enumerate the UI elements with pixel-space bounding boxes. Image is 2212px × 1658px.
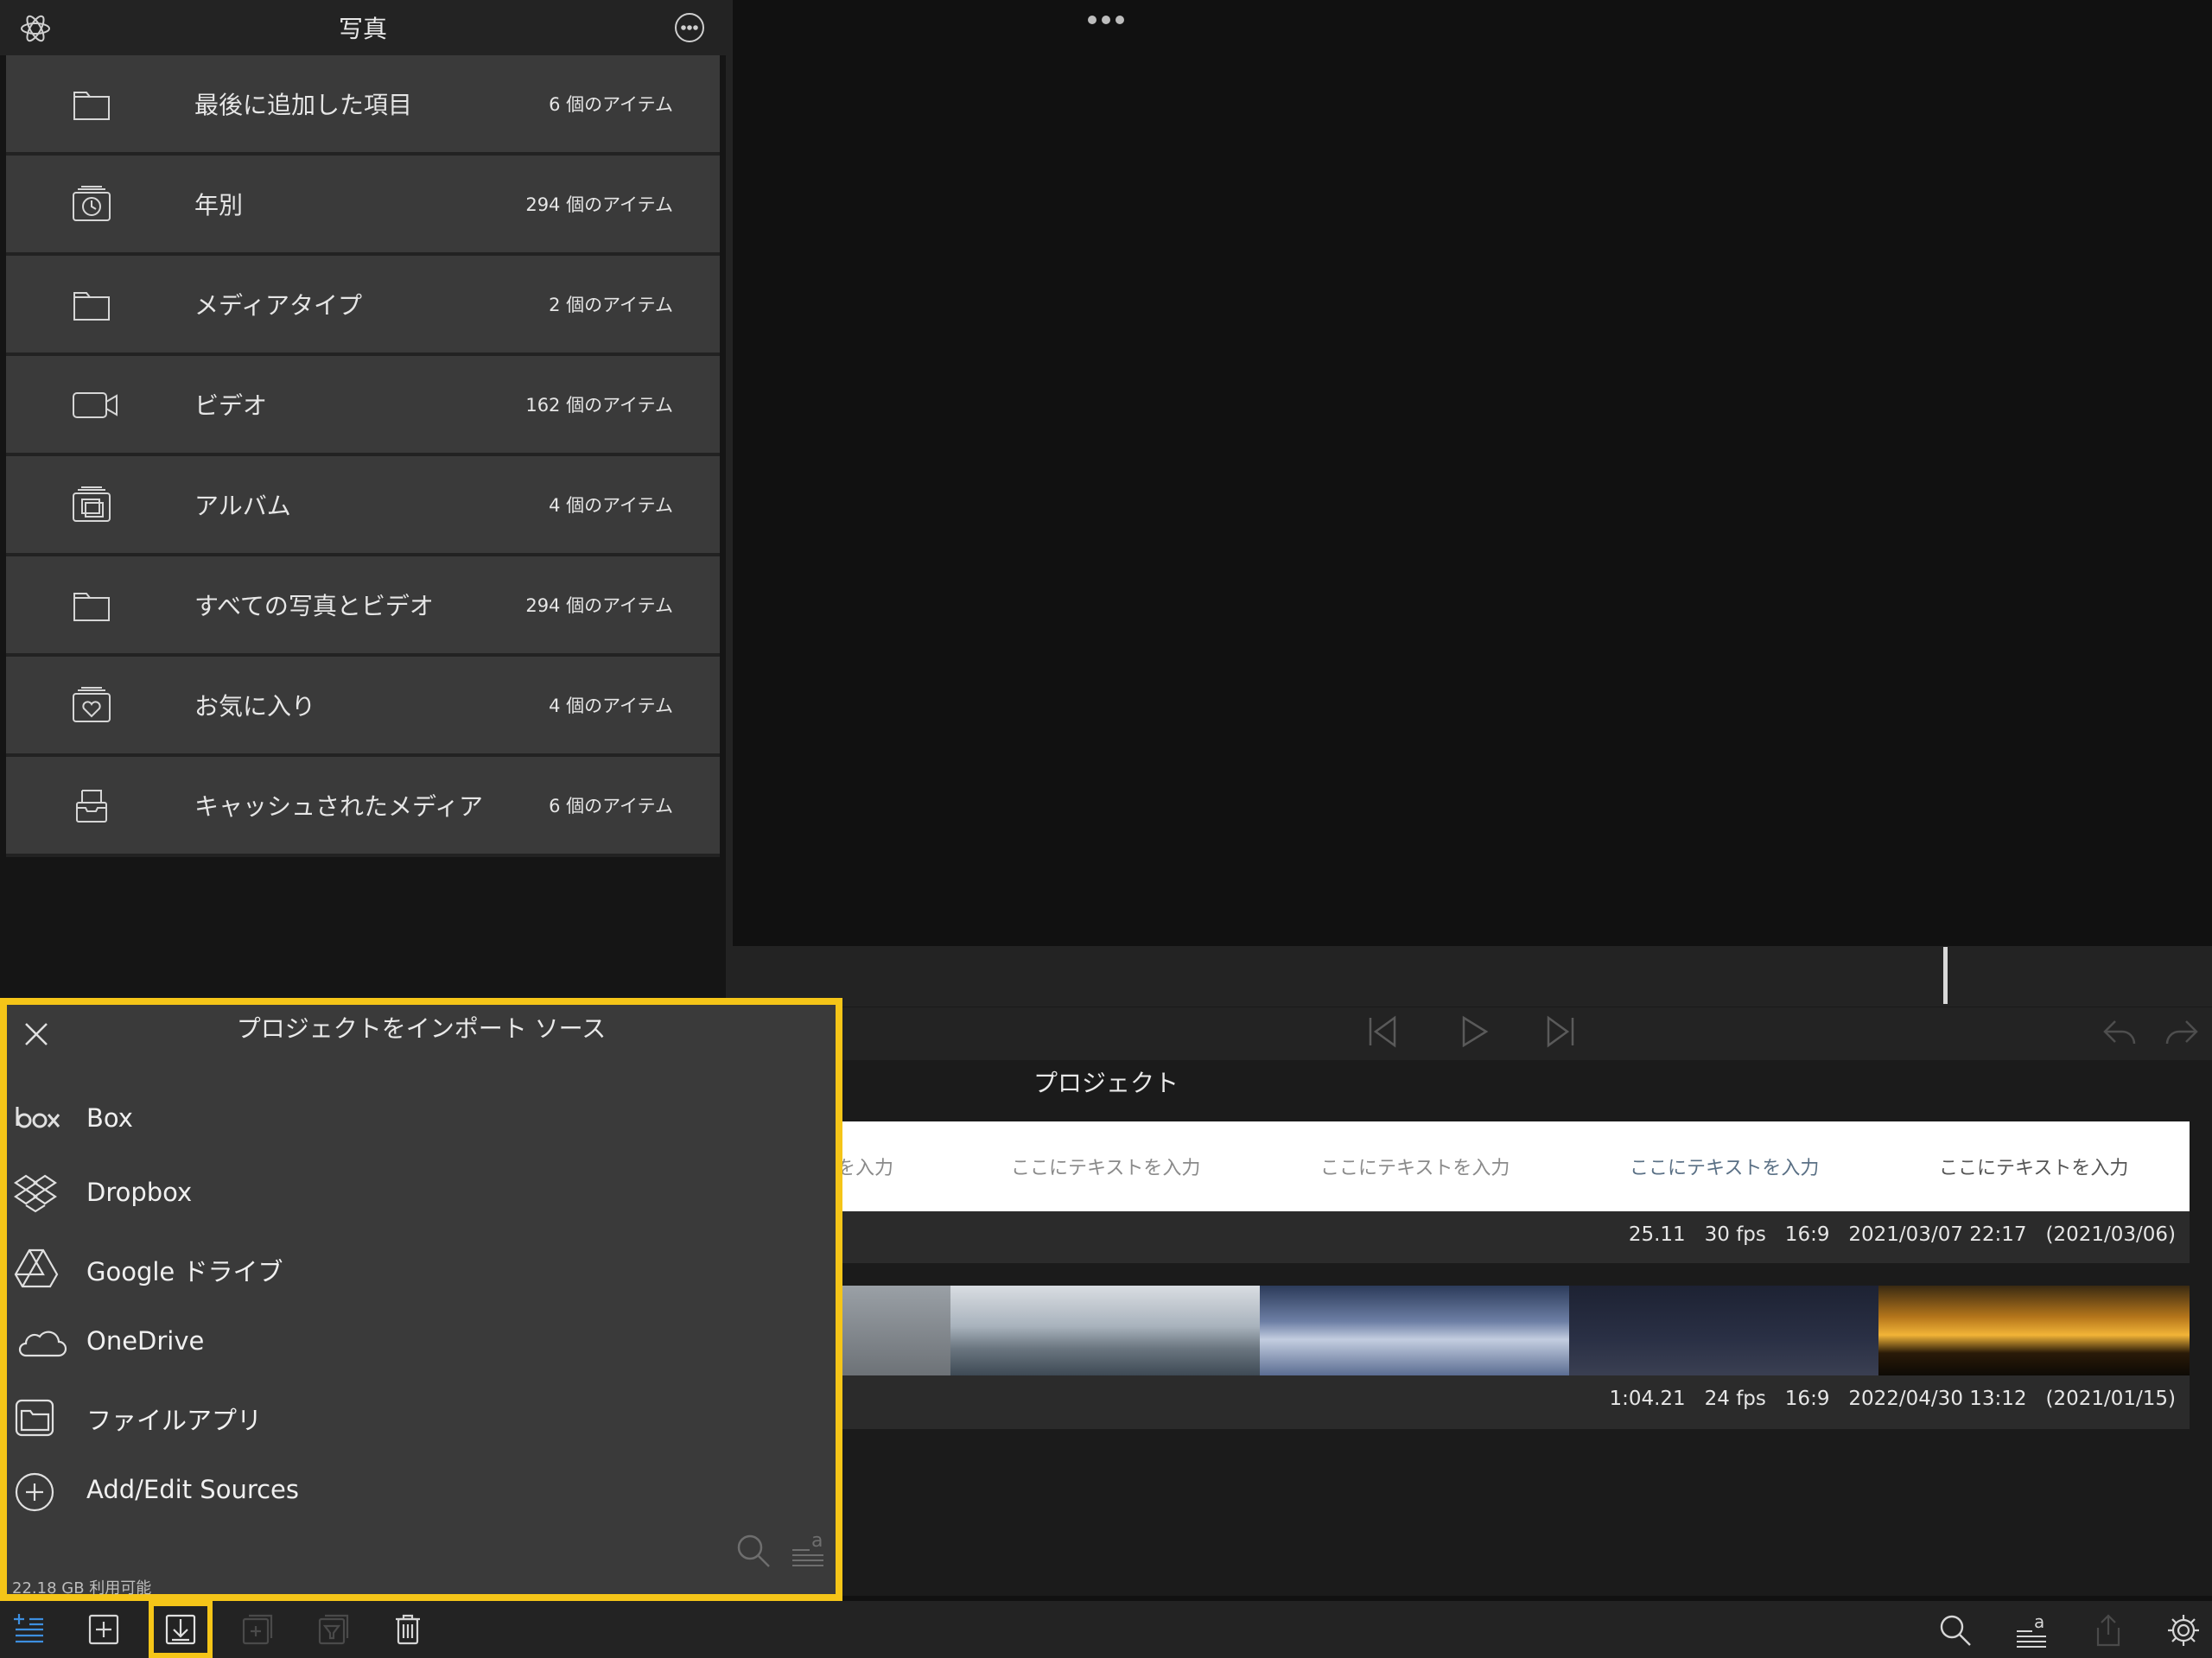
box-logo-icon (14, 1100, 62, 1138)
storage-available: 22.18 GB 利用可能 (12, 1579, 152, 1598)
share-icon[interactable] (2091, 1612, 2126, 1648)
search-icon[interactable] (1937, 1612, 1974, 1648)
add-icon[interactable] (86, 1612, 121, 1647)
svg-text:a: a (2034, 1612, 2044, 1632)
clip-thumbnail[interactable] (830, 1286, 950, 1375)
text-placeholder-cell[interactable]: ここにテキストを入力 (1011, 1153, 1200, 1180)
source-label: Add/Edit Sources (86, 1475, 300, 1504)
library-list: 最後に追加した項目 6 個のアイテム 年別 294 個のアイテム メディアタイプ… (6, 55, 720, 857)
heart-album-icon (72, 687, 111, 723)
library-item-count: 294 個のアイテム (525, 194, 673, 215)
project-thumbnail-strip[interactable] (830, 1286, 2190, 1375)
more-options-icon[interactable] (674, 12, 705, 43)
dropbox-icon (14, 1174, 57, 1216)
source-files-app[interactable]: ファイルアプリ (7, 1383, 836, 1449)
undo-icon[interactable] (2100, 1011, 2141, 1052)
project-title-strip[interactable]: を入力 ここにテキストを入力 ここにテキストを入力 ここにテキストを入力 ここに… (830, 1121, 2190, 1211)
text-sort-icon[interactable]: a (789, 1528, 827, 1569)
import-icon[interactable] (163, 1612, 198, 1647)
project-info-row: 25.11 30 fps 16:9 2021/03/07 22:17 (2021… (830, 1211, 2190, 1263)
library-item-count: 4 個のアイテム (549, 495, 673, 516)
library-item-label: お気に入り (194, 692, 316, 721)
video-viewer (733, 0, 2212, 946)
inbox-icon (72, 787, 111, 823)
trash-icon[interactable] (391, 1612, 425, 1647)
library-item-label: ビデオ (194, 391, 268, 420)
library-item-label: 最後に追加した項目 (194, 91, 413, 119)
plus-circle-icon (14, 1471, 57, 1513)
play-icon[interactable] (1457, 1011, 1491, 1052)
text-placeholder-cell[interactable]: を入力 (836, 1153, 893, 1180)
google-drive-icon (14, 1248, 59, 1288)
new-project-icon[interactable] (12, 1612, 47, 1647)
library-item-count: 4 個のアイテム (549, 696, 673, 716)
library-item-label: メディアタイプ (194, 291, 363, 320)
skip-back-icon[interactable] (1365, 1011, 1400, 1052)
project-title: プロジェクト (1033, 1069, 1179, 1097)
source-onedrive[interactable]: OneDrive (7, 1309, 836, 1375)
library-item-count: 162 個のアイテム (525, 395, 673, 416)
import-source-panel: プロジェクトをインポート ソース Box Dropbox Google ドライブ… (0, 998, 842, 1601)
library-item-label: アルバム (194, 492, 291, 520)
settings-icon[interactable] (2165, 1612, 2202, 1648)
source-google-drive[interactable]: Google ドライブ (7, 1235, 836, 1300)
library-item-count: 6 個のアイテム (549, 796, 673, 816)
source-label: ファイルアプリ (86, 1406, 263, 1435)
source-label: OneDrive (86, 1326, 205, 1356)
library-item-label: 年別 (194, 191, 244, 219)
clip-thumbnail[interactable] (950, 1286, 1260, 1375)
files-folder-icon (14, 1397, 57, 1439)
project-info-row: 1:04.21 24 fps 16:9 2022/04/30 13:12 (20… (830, 1375, 2190, 1429)
text-sort-icon[interactable]: a (2013, 1612, 2050, 1648)
library-item-count: 294 個のアイテム (525, 595, 673, 616)
search-icon[interactable] (734, 1532, 772, 1570)
ellipsis-icon[interactable] (1087, 14, 1125, 26)
scrub-bar[interactable] (733, 946, 2212, 1007)
clip-thumbnail[interactable] (1569, 1286, 1878, 1375)
source-label: Box (86, 1103, 133, 1133)
photo-album-icon (72, 486, 111, 523)
text-placeholder-cell[interactable]: ここにテキストを入力 (1630, 1153, 1819, 1180)
duplicate-icon[interactable] (240, 1612, 275, 1647)
playhead[interactable] (1943, 947, 1948, 1004)
folder-icon (72, 286, 111, 322)
library-item-media-type[interactable]: メディアタイプ 2 個のアイテム (6, 256, 720, 356)
clip-thumbnail[interactable] (1878, 1286, 2190, 1375)
clock-album-icon (72, 186, 111, 222)
filter-icon[interactable] (316, 1612, 351, 1647)
redo-icon[interactable] (2160, 1011, 2202, 1052)
import-panel-title: プロジェクトをインポート ソース (236, 1014, 607, 1043)
library-title: 写真 (338, 15, 387, 43)
library-item-recent[interactable]: 最後に追加した項目 6 個のアイテム (6, 55, 720, 156)
source-box[interactable]: Box (7, 1086, 836, 1152)
library-item-album[interactable]: アルバム 4 個のアイテム (6, 456, 720, 556)
text-placeholder-cell[interactable]: ここにテキストを入力 (1939, 1153, 2128, 1180)
library-item-all-photos-videos[interactable]: すべての写真とビデオ 294 個のアイテム (6, 556, 720, 657)
source-label: Google ドライブ (86, 1257, 283, 1286)
atom-logo-icon[interactable] (19, 12, 52, 45)
source-add-edit[interactable]: Add/Edit Sources (7, 1458, 836, 1523)
library-item-count: 6 個のアイテム (549, 94, 673, 115)
source-label: Dropbox (86, 1178, 193, 1207)
clip-thumbnail[interactable] (1260, 1286, 1569, 1375)
library-item-by-year[interactable]: 年別 294 個のアイテム (6, 156, 720, 256)
video-camera-icon (72, 386, 120, 422)
folder-icon (72, 587, 111, 623)
cloud-icon (14, 1323, 67, 1361)
close-icon[interactable] (22, 1020, 50, 1048)
project-info-text: 1:04.21 24 fps 16:9 2022/04/30 13:12 (20… (1609, 1388, 2176, 1410)
project-info-text: 25.11 30 fps 16:9 2021/03/07 22:17 (2021… (1628, 1223, 2176, 1246)
folder-icon (72, 86, 111, 122)
library-item-video[interactable]: ビデオ 162 個のアイテム (6, 356, 720, 456)
pane-divider[interactable] (726, 0, 733, 1002)
library-item-label: すべての写真とビデオ (194, 592, 434, 620)
text-placeholder-cell[interactable]: ここにテキストを入力 (1320, 1153, 1510, 1180)
library-item-favorites[interactable]: お気に入り 4 個のアイテム (6, 657, 720, 757)
svg-text:a: a (811, 1530, 823, 1552)
source-dropbox[interactable]: Dropbox (7, 1160, 836, 1226)
library-item-label: キャッシュされたメディア (194, 792, 484, 821)
library-item-cached-media[interactable]: キャッシュされたメディア 6 個のアイテム (6, 757, 720, 857)
library-item-count: 2 個のアイテム (549, 295, 673, 315)
skip-forward-icon[interactable] (1543, 1011, 1578, 1052)
